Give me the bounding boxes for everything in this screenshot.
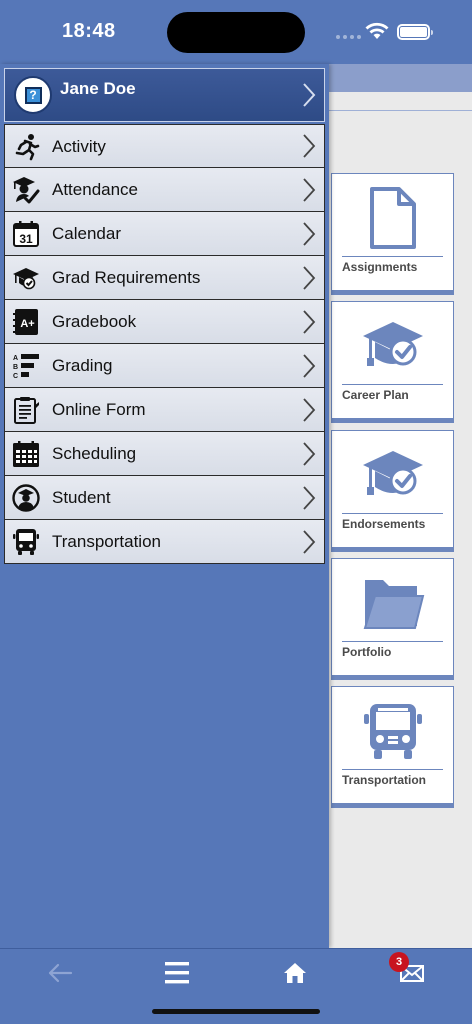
svg-text:B: B — [13, 364, 18, 371]
tile-assignments[interactable]: Assignments — [331, 173, 454, 295]
menu-item-transportation[interactable]: Transportation — [4, 520, 325, 564]
student-icon — [12, 484, 40, 512]
menu-item-label: Grading — [52, 356, 113, 375]
menu-item-label: Transportation — [52, 532, 161, 551]
menu-item-label: Gradebook — [52, 312, 137, 331]
menu-item-student[interactable]: Student — [4, 476, 325, 520]
chevron-right-icon — [303, 83, 316, 107]
grading-list-icon: ABC — [12, 352, 40, 380]
grad-cap-icon — [12, 264, 40, 292]
grad-cap-check-icon — [332, 437, 453, 513]
tile-label: Endorsements — [342, 517, 426, 531]
status-bar: 18:48 — [0, 0, 472, 64]
tile-label: Portfolio — [342, 645, 392, 659]
user-profile-row[interactable]: ? Jane Doe — [4, 68, 325, 122]
gradebook-icon: A+ — [12, 308, 40, 336]
battery-icon — [397, 24, 433, 40]
tile-career-plan[interactable]: Career Plan — [331, 301, 454, 423]
schedule-grid-icon — [12, 440, 40, 468]
svg-text:A: A — [13, 355, 18, 362]
menu-item-label: Student — [52, 488, 111, 507]
divider — [342, 384, 443, 385]
cellular-signal-icon — [336, 35, 361, 39]
divider — [342, 641, 443, 642]
bus-icon — [12, 528, 40, 556]
chevron-right-icon — [303, 397, 316, 422]
menu-item-label: Attendance — [52, 180, 139, 199]
tile-endorsements[interactable]: Endorsements — [331, 430, 454, 552]
menu-item-calendar[interactable]: 31 Calendar — [4, 212, 325, 256]
chevron-right-icon — [303, 134, 316, 158]
svg-text:C: C — [13, 373, 18, 380]
menu-item-grading[interactable]: ABC Grading — [4, 344, 325, 388]
menu-item-label: Online Form — [52, 400, 146, 419]
menu-item-label: Calendar — [52, 224, 121, 243]
folder-icon — [332, 565, 453, 641]
svg-text:31: 31 — [19, 232, 33, 246]
main-header — [329, 64, 472, 92]
user-name: Jane Doe — [60, 79, 136, 98]
chevron-right-icon — [303, 221, 316, 246]
menu-item-label: Scheduling — [52, 444, 137, 463]
dynamic-island — [167, 12, 305, 53]
menu-item-activity[interactable]: Activity — [4, 124, 325, 168]
menu-item-attendance[interactable]: Attendance — [4, 168, 325, 212]
divider — [342, 513, 443, 514]
tile-label: Assignments — [342, 260, 418, 274]
chevron-right-icon — [303, 309, 316, 334]
menu-item-label: Activity — [52, 137, 106, 156]
grad-cap-check-icon — [332, 308, 453, 384]
chevron-right-icon — [303, 529, 316, 554]
chevron-right-icon — [303, 441, 316, 466]
divider — [342, 256, 443, 257]
status-time: 18:48 — [62, 20, 116, 42]
document-icon — [332, 180, 453, 256]
menu-item-scheduling[interactable]: Scheduling — [4, 432, 325, 476]
drawer-menu: Activity Attendance 31 Calendar Grad Req… — [4, 124, 325, 564]
tile-label: Career Plan — [342, 388, 409, 402]
bus-icon — [332, 693, 453, 769]
clipboard-icon — [12, 396, 40, 424]
chevron-right-icon — [303, 265, 316, 290]
menu-item-label: Grad Requirements — [52, 268, 201, 287]
hamburger-menu-icon[interactable] — [157, 953, 197, 993]
tile-label: Transportation — [342, 773, 427, 787]
question-badge-icon: ? — [14, 76, 52, 114]
chevron-right-icon — [303, 177, 316, 202]
tile-portfolio[interactable]: Portfolio — [331, 558, 454, 680]
menu-item-grad-requirements[interactable]: Grad Requirements — [4, 256, 325, 300]
divider — [342, 769, 443, 770]
menu-item-gradebook[interactable]: A+ Gradebook — [4, 300, 325, 344]
notification-badge: 3 — [389, 952, 409, 972]
chevron-right-icon — [303, 353, 316, 378]
svg-text:A+: A+ — [20, 318, 34, 330]
back-arrow-icon[interactable] — [40, 953, 80, 993]
tile-transportation[interactable]: Transportation — [331, 686, 454, 808]
home-icon[interactable] — [275, 953, 315, 993]
wifi-icon — [365, 22, 389, 39]
runner-icon — [12, 133, 40, 161]
menu-item-online-form[interactable]: Online Form — [4, 388, 325, 432]
graduate-check-icon — [12, 176, 40, 204]
chevron-right-icon — [303, 485, 316, 510]
home-indicator — [152, 1009, 320, 1014]
calendar-icon: 31 — [12, 220, 40, 248]
side-drawer: ? Jane Doe Activity Attendance 31 Calend… — [0, 64, 329, 948]
divider — [329, 110, 472, 111]
